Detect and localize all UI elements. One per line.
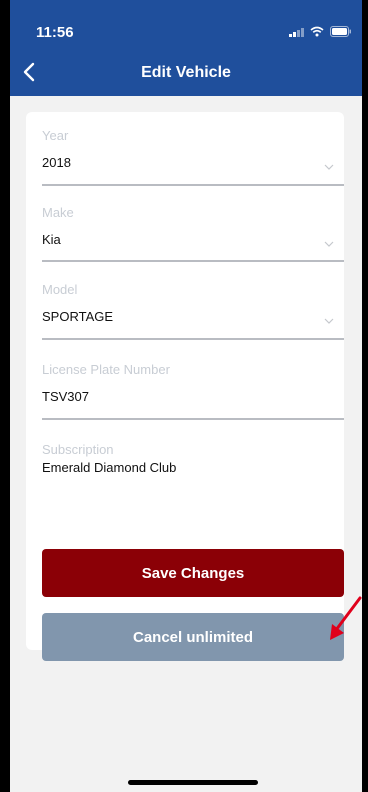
battery-icon — [330, 26, 351, 37]
year-select[interactable]: Year 2018 — [42, 128, 344, 188]
status-icons — [289, 26, 352, 37]
license-plate-input[interactable]: License Plate Number TSV307 — [42, 362, 344, 422]
license-plate-underline — [42, 418, 344, 420]
license-plate-label: License Plate Number — [42, 362, 170, 377]
year-underline — [42, 184, 344, 186]
page-title: Edit Vehicle — [141, 64, 231, 81]
make-select[interactable]: Make Kia — [42, 205, 344, 265]
subscription-field: Subscription Emerald Diamond Club — [42, 442, 344, 482]
signal-icon — [289, 27, 304, 37]
license-plate-value: TSV307 — [42, 389, 89, 404]
chevron-down-icon — [324, 241, 334, 247]
home-indicator — [128, 780, 258, 785]
wifi-icon — [310, 26, 324, 37]
status-bar: 11:56 — [10, 0, 362, 50]
nav-bar: Edit Vehicle — [10, 50, 362, 96]
annotation-arrow-icon — [330, 596, 362, 640]
make-label: Make — [42, 205, 74, 220]
subscription-value: Emerald Diamond Club — [42, 460, 177, 475]
model-value: SPORTAGE — [42, 309, 114, 324]
subscription-label: Subscription — [42, 442, 114, 457]
make-underline — [42, 260, 344, 262]
make-value: Kia — [42, 232, 61, 247]
status-time: 11:56 — [36, 24, 74, 41]
chevron-down-icon — [324, 164, 334, 170]
phone-screen: 11:56 Edit Vehicle Year 2018 Make Kia Mo… — [10, 0, 362, 792]
year-value: 2018 — [42, 155, 71, 170]
vehicle-form-card: Year 2018 Make Kia Model SPORTAGE Licens… — [26, 112, 344, 661]
save-changes-button[interactable]: Save Changes — [42, 549, 344, 597]
year-label: Year — [42, 128, 69, 143]
model-underline — [42, 338, 344, 340]
chevron-down-icon — [324, 318, 334, 324]
cancel-unlimited-button[interactable]: Cancel unlimited — [42, 613, 344, 661]
model-label: Model — [42, 282, 78, 297]
model-select[interactable]: Model SPORTAGE — [42, 282, 344, 342]
